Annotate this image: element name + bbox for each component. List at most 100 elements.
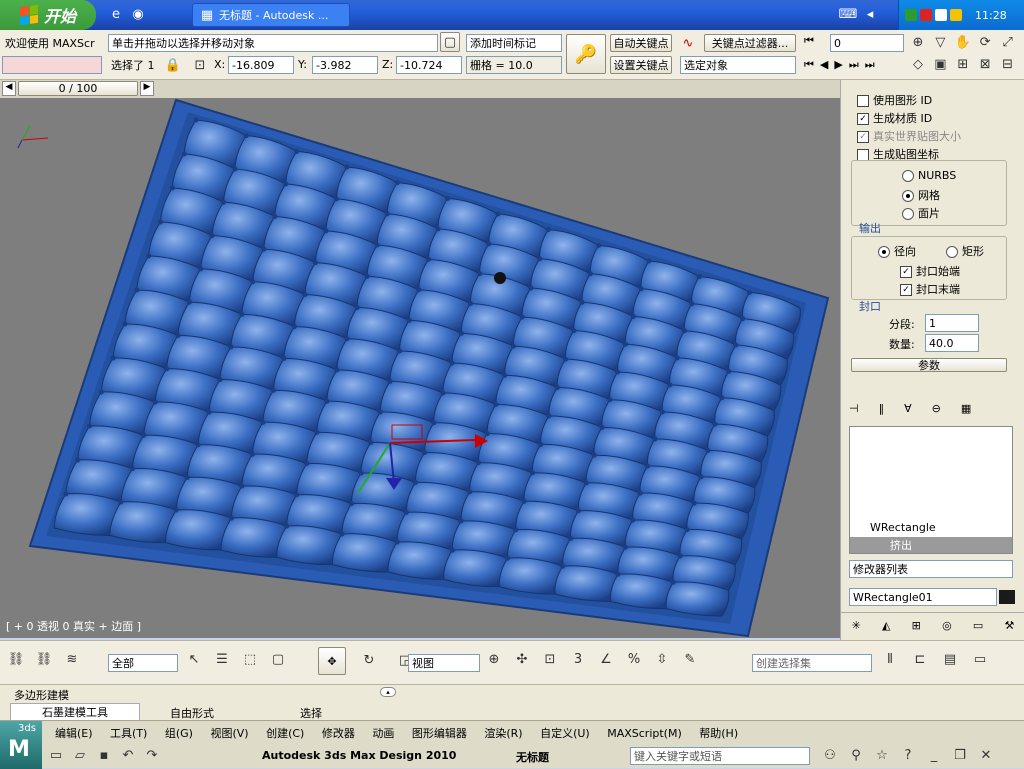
zoom-all-icon[interactable]: ▽ (932, 34, 948, 50)
auto-key-button[interactable]: 自动关键点 (610, 34, 672, 52)
menu-maxscript[interactable]: MAXScript(M) (600, 727, 689, 740)
rectangular-option[interactable]: 矩形 (946, 243, 984, 259)
nurbs-radio[interactable] (902, 170, 914, 182)
menu-graph-editors[interactable]: 图形编辑器 (405, 725, 474, 741)
bind-spacewarp-icon[interactable]: ≋ (64, 651, 80, 667)
edit-named-sel-icon[interactable]: ✎ (682, 651, 698, 667)
reference-coord-dropdown[interactable]: 视图 (408, 654, 480, 672)
slider-right-arrow[interactable]: ▶ (140, 81, 154, 96)
time-slider-thumb[interactable]: 0 / 100 (18, 81, 138, 96)
orbit-icon[interactable]: ⟳ (977, 34, 993, 50)
ribbon-tab-freeform[interactable]: 自由形式 (170, 705, 214, 721)
spinner-snap-icon[interactable]: ⇳ (654, 651, 670, 667)
grid-radio[interactable] (902, 190, 914, 202)
open-file-icon[interactable]: ▱ (72, 747, 88, 763)
menu-group[interactable]: 组(G) (158, 725, 200, 741)
named-selection-dropdown[interactable]: 创建选择集 (752, 654, 872, 672)
stack-item-base[interactable]: WRectangle (870, 521, 936, 534)
grid-option[interactable]: 网格 (902, 187, 940, 203)
start-button[interactable]: 开始 (0, 0, 96, 30)
radial-radio[interactable] (878, 246, 890, 258)
menu-customize[interactable]: 自定义(U) (533, 725, 597, 741)
mirror-icon[interactable]: ⫴ (882, 651, 898, 667)
amount-field[interactable]: 40.0 (925, 334, 979, 352)
cap-start-row[interactable]: ✓ 封口始端 (900, 263, 960, 279)
gen-material-checkbox[interactable]: ✓ (857, 113, 869, 125)
viewport-label[interactable]: [ + 0 透视 0 真实 + 边面 ] (6, 618, 141, 634)
maximize-icon[interactable]: ⤢ (1000, 34, 1016, 50)
selection-filter-dropdown[interactable]: 全部 (108, 654, 178, 672)
close-icon[interactable]: ✕ (978, 747, 994, 763)
walk-icon[interactable]: ⊠ (977, 56, 993, 72)
ie-icon[interactable]: e (108, 6, 124, 22)
menu-rendering[interactable]: 渲染(R) (477, 725, 529, 741)
stack-item-extrude[interactable]: 挤出 (850, 537, 1012, 553)
goto-start-icon[interactable]: ⏮ (804, 34, 828, 52)
configure-icon[interactable]: ▦ (961, 402, 971, 418)
real-world-checkbox[interactable]: ✓ (857, 131, 869, 143)
menu-modifiers[interactable]: 修改器 (315, 725, 362, 741)
ribbon-tab-selection[interactable]: 选择 (300, 705, 322, 721)
move-icon[interactable]: ✥ (318, 647, 346, 675)
percent-snap-icon[interactable]: % (626, 651, 642, 667)
security-icon[interactable] (920, 9, 932, 21)
taskbar-window-button[interactable]: ▦ 无标题 - Autodesk ... (192, 3, 350, 27)
slider-left-arrow[interactable]: ◀ (2, 81, 16, 96)
snap-3d-icon[interactable]: 3 (570, 651, 586, 667)
maxscript-listener[interactable] (2, 56, 102, 74)
set-key-mode-button[interactable]: 设置关键点 (610, 56, 672, 74)
select-object-icon[interactable]: ↖ (186, 651, 202, 667)
angle-snap-icon[interactable]: ∠ (598, 651, 614, 667)
prev-key-icon[interactable]: ◀ (820, 58, 828, 76)
modify-tab-icon[interactable]: ◭ (882, 619, 890, 632)
absolute-mode-icon[interactable]: ⊡ (192, 57, 208, 73)
segments-field[interactable]: 1 (925, 314, 979, 332)
graphite-toggle-icon[interactable]: ▭ (972, 651, 988, 667)
key-filters-button[interactable]: 关键点过滤器... (704, 34, 796, 52)
media-icon[interactable]: ◉ (130, 6, 146, 22)
menu-views[interactable]: 视图(V) (203, 725, 255, 741)
undo-icon[interactable]: ↶ (120, 747, 136, 763)
manipulate-icon[interactable]: ✣ (514, 651, 530, 667)
pin-stack-icon[interactable]: ⊣ (849, 402, 859, 418)
pan-icon[interactable]: ✋ (955, 34, 971, 50)
subscription-icon[interactable]: ⚲ (848, 747, 864, 763)
display-tab-icon[interactable]: ▭ (973, 619, 983, 632)
cap-end-checkbox[interactable]: ✓ (900, 284, 912, 296)
menu-help[interactable]: 帮助(H) (692, 725, 745, 741)
lock-icon[interactable]: 🔒 (165, 57, 181, 73)
modifier-list-dropdown[interactable]: 修改器列表 (849, 560, 1013, 578)
cap-end-row[interactable]: ✓ 封口末端 (900, 281, 960, 297)
viewport-toggle-button[interactable]: ▢ (440, 32, 460, 52)
gen-mapping-checkbox[interactable] (857, 95, 869, 107)
cap-start-checkbox[interactable]: ✓ (900, 266, 912, 278)
perspective-viewport[interactable]: [ + 0 透视 0 真实 + 边面 ] (0, 98, 840, 638)
keyboard-shortcut-icon[interactable]: ⊡ (542, 651, 558, 667)
add-time-tag[interactable]: 添加时间标记 (466, 34, 562, 52)
link-icon[interactable]: ⛓ (8, 651, 25, 667)
params-rollout[interactable]: 参数 (851, 358, 1007, 372)
menu-edit[interactable]: 编辑(E) (48, 725, 100, 741)
goto-end-icon[interactable]: ⏭ (865, 58, 875, 76)
make-unique-icon[interactable]: ∀ (904, 402, 912, 418)
set-key-button[interactable]: 🔑 (566, 34, 606, 74)
rectangular-radio[interactable] (946, 246, 958, 258)
menu-tools[interactable]: 工具(T) (103, 725, 154, 741)
speaker-icon[interactable] (935, 9, 947, 21)
search-field[interactable]: 键入关键字或短语 (630, 747, 810, 765)
menu-animation[interactable]: 动画 (365, 725, 401, 741)
rotate-icon[interactable]: ↻ (356, 647, 382, 673)
gen-material-row[interactable]: ✓ 生成材质 ID (857, 110, 932, 126)
patch-radio[interactable] (902, 208, 914, 220)
radial-option[interactable]: 径向 (878, 243, 916, 259)
utilities-tab-icon[interactable]: ⚒ (1004, 619, 1014, 632)
min-max-icon[interactable]: ⊟ (1000, 56, 1016, 72)
window-crossing-icon[interactable]: ▢ (270, 651, 286, 667)
ribbon-collapse-icon[interactable]: ▴ (380, 687, 396, 697)
patch-option[interactable]: 面片 (902, 205, 940, 221)
save-icon[interactable]: ▪ (96, 747, 112, 763)
layer-manager-icon[interactable]: ▤ (942, 651, 958, 667)
hierarchy-tab-icon[interactable]: ⊞ (912, 619, 921, 632)
real-world-row[interactable]: ✓ 真实世界贴图大小 (857, 128, 961, 144)
modifier-stack-list[interactable]: WRectangle 挤出 (849, 426, 1013, 554)
